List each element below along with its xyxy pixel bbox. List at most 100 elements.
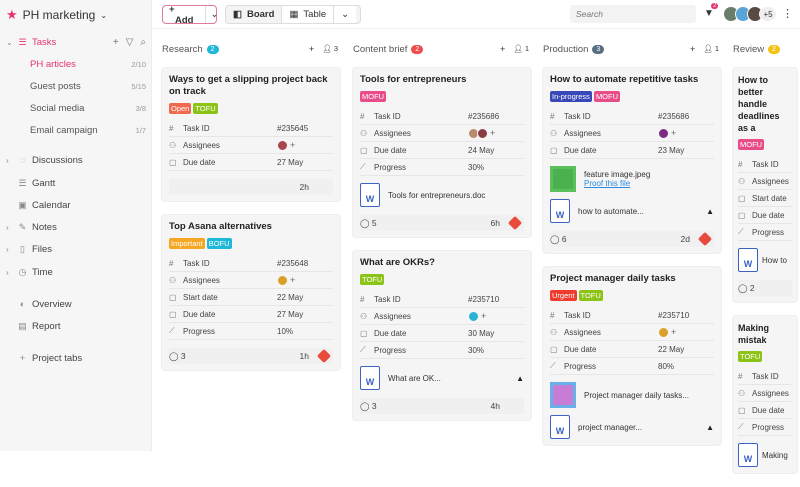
sidebar-item-calendar[interactable]: ▣ Calendar	[0, 195, 152, 215]
card-title[interactable]: What are OKRs?	[360, 257, 524, 269]
add-task-icon[interactable]: +	[309, 44, 314, 54]
field-value[interactable]: +	[277, 139, 295, 151]
attachment[interactable]: W How to	[738, 248, 792, 272]
attachment[interactable]: W What are OK... ▲	[360, 366, 524, 390]
add-assignee-icon[interactable]: +	[290, 140, 295, 150]
calendar-icon: ▢	[738, 210, 746, 220]
more-options-icon[interactable]: ⋮	[782, 7, 793, 20]
field-row: ⚇ Assignees +	[360, 125, 524, 142]
card-title[interactable]: How to automate repetitive tasks	[550, 74, 714, 86]
attachment[interactable]: W Making	[738, 443, 792, 467]
attachment[interactable]: Whow to automate... ▲	[550, 199, 714, 223]
task-card[interactable]: Project manager daily tasks Urgent TOFU # Ta…	[543, 267, 721, 445]
comments[interactable]: ◯ 5	[360, 218, 377, 229]
field-row: ▢ Due date	[738, 207, 792, 224]
add-icon[interactable]: +	[113, 37, 119, 48]
sidebar-item-email-campaign[interactable]: Email campaign 1/7	[30, 121, 146, 141]
field-value: 22 May	[277, 292, 304, 302]
task-card[interactable]: Making mistak TOFU # Task ID ⚇ Assignees ▢ Due …	[733, 316, 797, 473]
add-assignee-icon[interactable]: +	[671, 128, 676, 138]
field-value: 24 May	[468, 145, 495, 155]
more-views-button[interactable]: ⌄	[334, 6, 357, 23]
tab-board[interactable]: ◧ Board	[226, 6, 283, 23]
tag-list: In-progress MOFU	[550, 91, 714, 102]
field-value: 30%	[468, 162, 485, 172]
chevron-down-icon[interactable]: ⌄	[205, 6, 222, 23]
project-switcher[interactable]: ★ PH marketing ⌄	[6, 7, 107, 23]
add-task-icon[interactable]: +	[690, 44, 695, 54]
card-title[interactable]: Top Asana alternatives	[169, 221, 333, 233]
sidebar-item-label: Calendar	[32, 199, 71, 211]
comments[interactable]: ◯ 2	[738, 283, 755, 294]
column-header: Review 2	[733, 30, 797, 68]
sidebar-item-ph-articles[interactable]: PH articles 2/10	[30, 54, 146, 74]
attachment[interactable]: W Tools for entrepreneurs.doc	[360, 183, 524, 207]
field-label: Assignees	[564, 327, 601, 337]
add-assignee-icon[interactable]: +	[481, 311, 486, 321]
task-card[interactable]: Top Asana alternatives Important BOFU # Task…	[162, 215, 340, 370]
comments[interactable]: ◯ 3	[169, 351, 186, 362]
sidebar-item-files[interactable]: › ▯ Files	[0, 239, 152, 259]
field-value[interactable]: +	[468, 127, 495, 139]
sidebar-item-overview[interactable]: ◐ Overview	[0, 294, 152, 314]
card-title[interactable]: How to better handle deadlines as a	[738, 74, 792, 134]
field-value[interactable]: +	[658, 127, 676, 139]
task-card[interactable]: What are OKRs? TOFU # Task ID #235710 ⚇ Assign…	[353, 251, 531, 420]
word-doc-icon: W	[738, 248, 758, 272]
card-footer: ◯ 5 6h	[360, 215, 524, 231]
attachment-info: Project manager daily tasks...	[584, 391, 714, 400]
sidebar-item-social-media[interactable]: Social media 3/8	[30, 99, 146, 119]
sidebar-item-report[interactable]: ▤ Report	[0, 316, 152, 336]
task-list-icon: ☰	[18, 36, 27, 47]
task-card[interactable]: How to better handle deadlines as a MOFU #…	[733, 68, 797, 302]
card-title[interactable]: Project manager daily tasks	[550, 273, 714, 285]
proof-link[interactable]: Proof this file	[584, 179, 714, 188]
sidebar-item-time[interactable]: › ◷ Time	[0, 262, 152, 282]
members-count[interactable]: 👤︎ 1	[703, 44, 719, 54]
sidebar-item-label: Time	[32, 266, 53, 278]
project-name: PH marketing	[22, 8, 96, 22]
field-value[interactable]: +	[468, 310, 486, 322]
filter-icon[interactable]: ▽	[126, 37, 134, 48]
users-icon: ⚇	[169, 140, 177, 150]
task-card[interactable]: How to automate repetitive tasks In-progr…	[543, 68, 721, 253]
column-count-badge: 2	[411, 44, 424, 54]
member-avatars[interactable]: +5	[723, 6, 777, 22]
attachment[interactable]: feature image.jpeg Proof this file	[550, 166, 714, 192]
card-title[interactable]: Making mistak	[738, 322, 792, 346]
sidebar-item-discussions[interactable]: › ◌ Discussions	[0, 150, 152, 170]
tab-table[interactable]: ▦ Table	[282, 6, 335, 23]
sidebar-item-tasks[interactable]: ⌄ ☰ Tasks + ▽ ⌕	[0, 32, 152, 52]
comments[interactable]: ◯ 3	[360, 401, 377, 412]
card-title[interactable]: Ways to get a slipping project back on t…	[169, 74, 333, 98]
filter-icon[interactable]: ▼	[704, 8, 714, 19]
calendar-icon: ▢	[360, 328, 368, 338]
field-value[interactable]: +	[658, 326, 676, 338]
tag: TOFU	[738, 351, 763, 362]
attachment[interactable]: Wproject manager... ▲	[550, 415, 714, 439]
attachment[interactable]: Project manager daily tasks...	[550, 382, 714, 408]
search-icon[interactable]: ⌕	[140, 37, 146, 48]
field-value[interactable]: +	[277, 274, 295, 286]
search-input[interactable]	[570, 5, 696, 23]
comments[interactable]: ◯ 6	[550, 234, 567, 245]
field-row: ▢ Start date 22 May	[169, 289, 333, 306]
comment-count: 5	[371, 217, 377, 228]
sidebar-item-notes[interactable]: › ✎ Notes	[0, 217, 152, 237]
sidebar-item-gantt[interactable]: ☰ Gantt	[0, 173, 152, 193]
add-assignee-icon[interactable]: +	[671, 327, 676, 337]
sidebar-item-project-tabs[interactable]: + Project tabs	[0, 348, 152, 368]
card-title[interactable]: Tools for entrepreneurs	[360, 74, 524, 86]
add-assignee-icon[interactable]: +	[290, 275, 295, 285]
task-card[interactable]: Tools for entrepreneurs MOFU # Task ID #2356…	[353, 68, 531, 237]
add-button[interactable]: + Add ⌄	[162, 4, 218, 26]
sidebar-item-guest-posts[interactable]: Guest posts 5/15	[30, 76, 146, 96]
add-assignee-icon[interactable]: +	[490, 128, 495, 138]
add-task-icon[interactable]: +	[500, 44, 505, 54]
task-card[interactable]: Ways to get a slipping project back on t…	[162, 68, 340, 201]
members-count[interactable]: 👤︎ 3	[322, 44, 338, 54]
members-count[interactable]: 👤︎ 1	[513, 44, 529, 54]
sidebar-item-label: Notes	[32, 221, 57, 233]
plus-icon: +	[19, 353, 26, 363]
table-icon: ▦	[289, 9, 299, 20]
